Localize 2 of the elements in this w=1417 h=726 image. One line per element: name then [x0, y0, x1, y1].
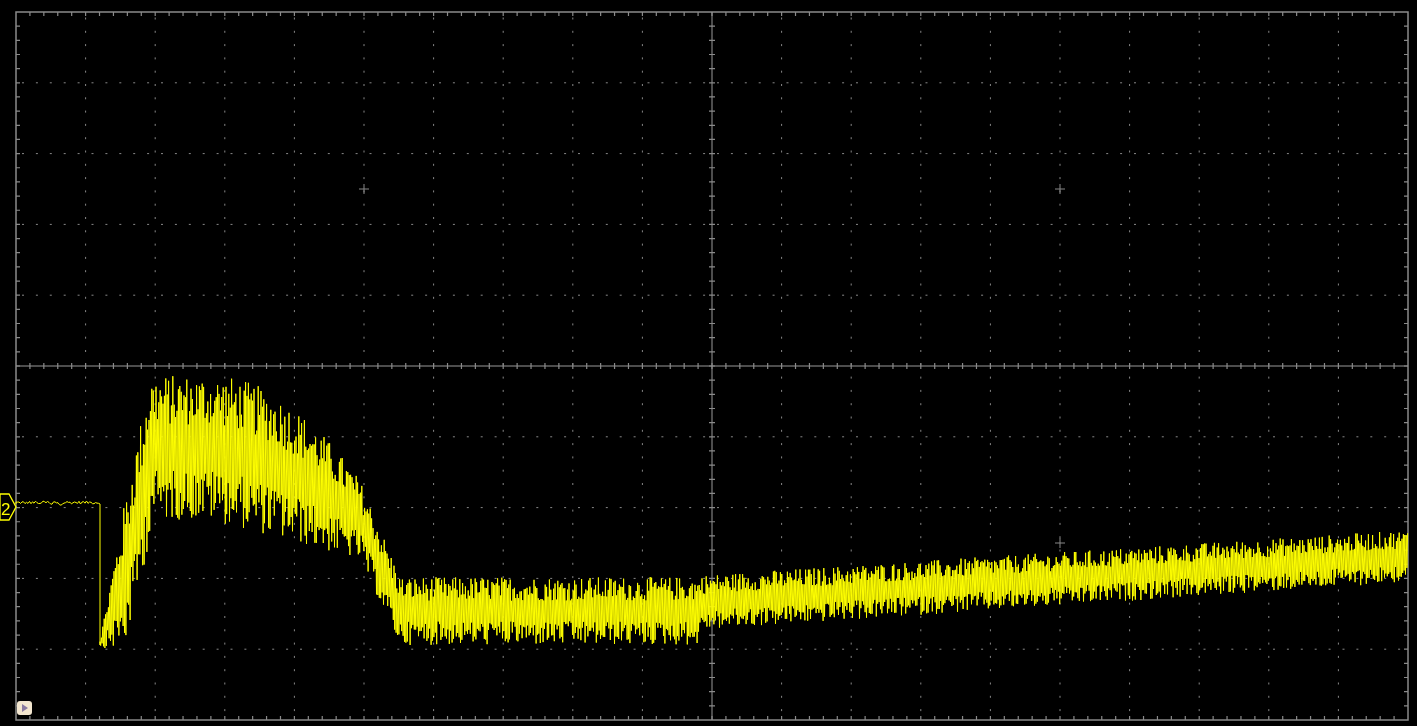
channel-marker: 2	[0, 493, 17, 521]
play-icon[interactable]	[17, 701, 32, 715]
